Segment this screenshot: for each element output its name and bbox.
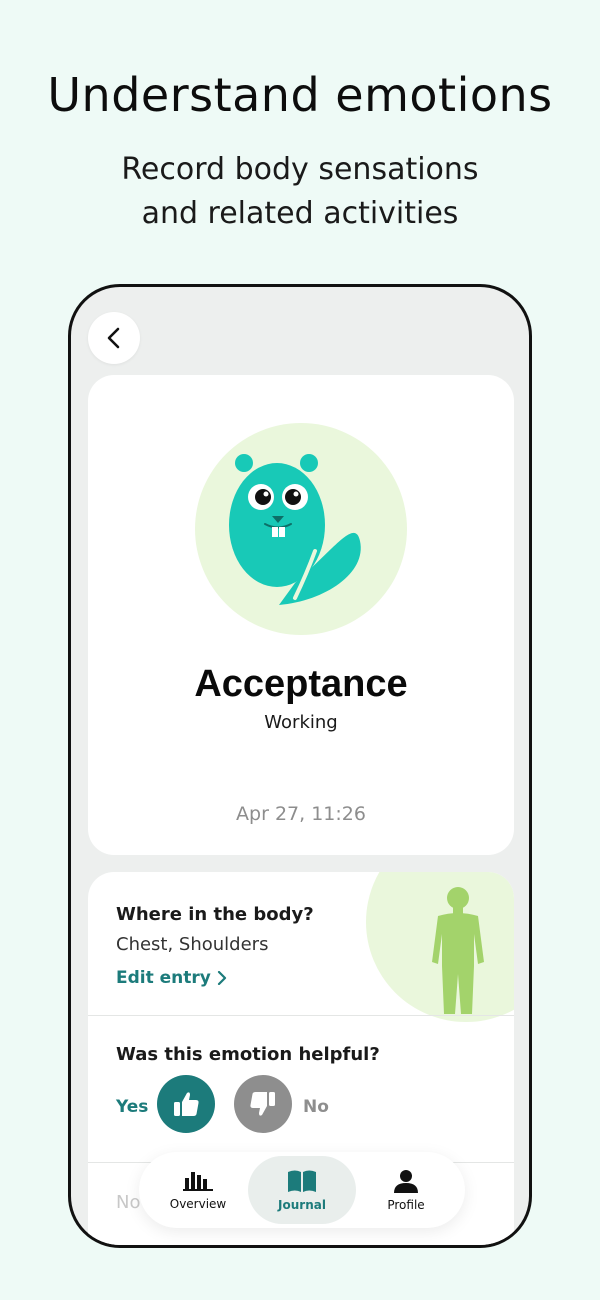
hero-subtitle-line2: and related activities [141, 196, 459, 231]
faded-text: No [116, 1192, 141, 1213]
helpful-question: Was this emotion helpful? [116, 1044, 380, 1065]
chevron-right-icon [217, 971, 226, 985]
tab-profile[interactable]: Profile [352, 1156, 460, 1224]
person-icon [394, 1169, 418, 1193]
divider [88, 1015, 514, 1016]
yes-label: Yes [116, 1097, 149, 1117]
bar-chart-icon [183, 1171, 213, 1191]
book-icon [288, 1170, 316, 1192]
app-promo-screen: Understand emotions Record body sensatio… [0, 0, 600, 1300]
hero-title: Understand emotions [47, 68, 553, 122]
back-button[interactable] [88, 312, 140, 364]
hero-subtitle: Record body sensations and related activ… [0, 148, 600, 236]
emotion-card: Acceptance Working Apr 27, 11:26 [88, 375, 514, 855]
thumbs-up-icon [174, 1092, 199, 1116]
edit-entry-link[interactable]: Edit entry [116, 968, 227, 988]
tab-label: Profile [387, 1197, 425, 1212]
emotion-avatar [195, 423, 407, 635]
activity-label: Working [264, 712, 338, 733]
hero-subtitle-line1: Record body sensations [121, 152, 479, 187]
thumbs-down-icon [250, 1092, 275, 1116]
no-label: No [303, 1097, 329, 1117]
bottom-tab-bar: Overview Journal Profile [139, 1152, 465, 1228]
emotion-name: Acceptance [194, 663, 408, 705]
phone-frame: Acceptance Working Apr 27, 11:26 Where i… [68, 284, 532, 1248]
thumbs-down-button[interactable] [234, 1075, 292, 1133]
thumbs-up-button[interactable] [157, 1075, 215, 1133]
entry-date: Apr 27, 11:26 [236, 803, 366, 825]
tab-overview[interactable]: Overview [144, 1156, 252, 1224]
human-body-icon [432, 887, 484, 1014]
tab-label: Journal [278, 1197, 326, 1212]
body-question: Where in the body? [116, 904, 314, 925]
beaver-mascot-icon [229, 454, 361, 605]
edit-entry-label: Edit entry [116, 968, 211, 988]
tab-label: Overview [169, 1196, 227, 1211]
chevron-left-icon [107, 327, 120, 349]
body-parts-value: Chest, Shoulders [116, 934, 269, 955]
tab-journal[interactable]: Journal [248, 1156, 356, 1224]
